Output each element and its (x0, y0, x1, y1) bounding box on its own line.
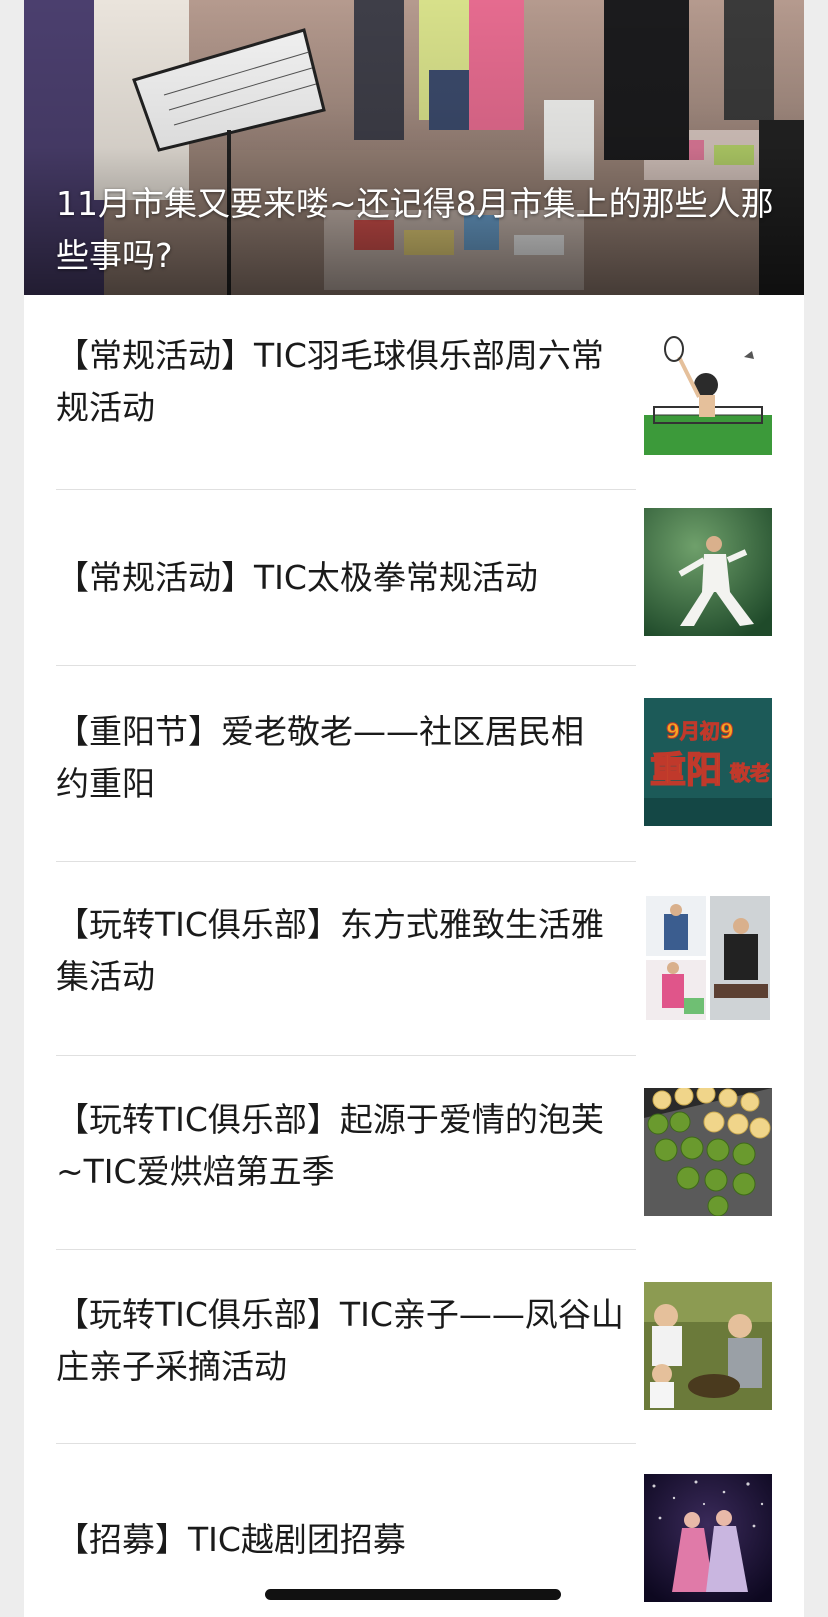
badminton-thumbnail (644, 327, 772, 455)
list-item-tai-chi[interactable]: 【常规活动】TIC太极拳常规活动 (24, 490, 804, 666)
home-indicator[interactable] (265, 1589, 561, 1600)
list-item-baking[interactable]: 【玩转TIC俱乐部】起源于爱情的泡芙~TIC爱烘焙第五季 (24, 1056, 804, 1250)
article-title: 【常规活动】TIC太极拳常规活动 (56, 558, 538, 597)
cream-puff-thumbnail (644, 1088, 772, 1216)
list-item-double-ninth[interactable]: 【重阳节】爱老敬老——社区居民相约重阳 9月初9 重阳 敬老 (24, 666, 804, 862)
article-list-card: 11月市集又要来喽~还记得8月市集上的那些人那些事吗? 【常规活动】TIC羽毛球… (24, 0, 804, 1617)
article-title: 【玩转TIC俱乐部】东方式雅致生活雅集活动 (56, 905, 604, 996)
article-title: 【玩转TIC俱乐部】起源于爱情的泡芙~TIC爱烘焙第五季 (56, 1100, 604, 1191)
double-ninth-thumbnail: 9月初9 重阳 敬老 (644, 698, 772, 826)
list-item-badminton[interactable]: 【常规活动】TIC羽毛球俱乐部周六常规活动 (24, 295, 804, 490)
article-title: 【招募】TIC越剧团招募 (56, 1520, 406, 1559)
list-item-parent-child[interactable]: 【玩转TIC俱乐部】TIC亲子——凤谷山庄亲子采摘活动 (24, 1250, 804, 1444)
poster-text-jinglao: 敬老 (729, 761, 770, 785)
parent-child-thumbnail (644, 1282, 772, 1410)
elegant-life-thumbnail (644, 894, 772, 1022)
article-title: 【重阳节】爱老敬老——社区居民相约重阳 (56, 712, 584, 803)
tai-chi-thumbnail (644, 508, 772, 636)
poster-text-chongyang: 重阳 (650, 750, 722, 791)
article-list: 【常规活动】TIC羽毛球俱乐部周六常规活动 【常规活动】TIC太极拳常规活动 【… (24, 295, 804, 1617)
article-title: 【常规活动】TIC羽毛球俱乐部周六常规活动 (56, 336, 604, 427)
hero-title: 11月市集又要来喽~还记得8月市集上的那些人那些事吗? (56, 184, 774, 275)
list-item-elegant-life[interactable]: 【玩转TIC俱乐部】东方式雅致生活雅集活动 (24, 862, 804, 1056)
article-title: 【玩转TIC俱乐部】TIC亲子——凤谷山庄亲子采摘活动 (56, 1295, 624, 1386)
poster-text-date: 9月初9 (666, 719, 734, 743)
yue-opera-thumbnail (644, 1474, 772, 1602)
hero-article[interactable]: 11月市集又要来喽~还记得8月市集上的那些人那些事吗? (24, 0, 804, 295)
